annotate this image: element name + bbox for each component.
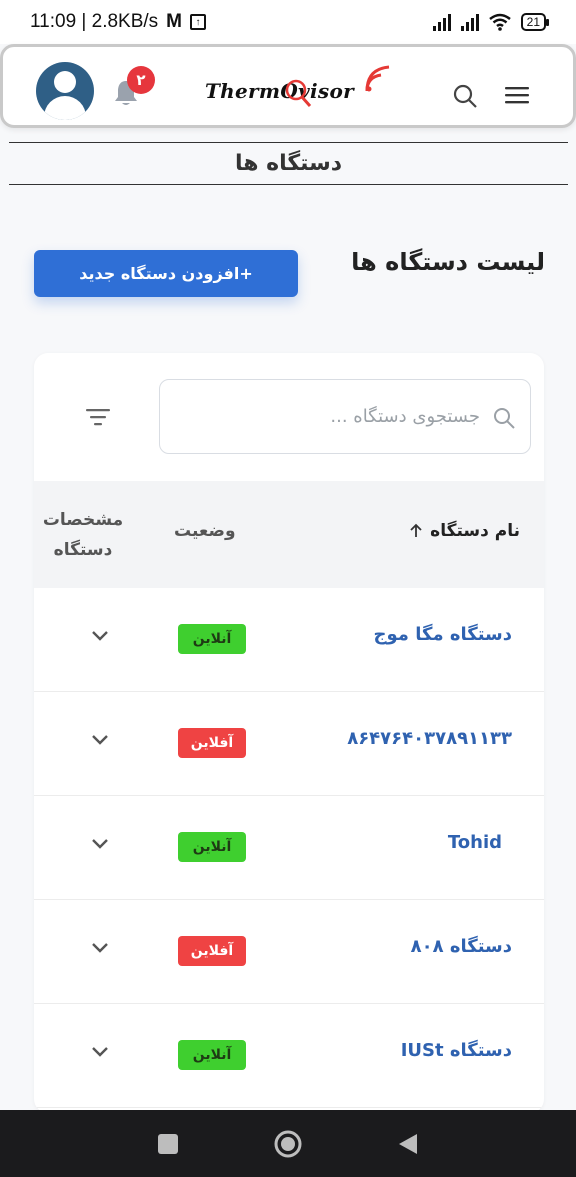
app-header: ۲ ThermOvisor (0, 44, 576, 128)
device-search-box (159, 379, 531, 454)
wifi-icon (488, 13, 511, 31)
column-header-name-label: نام دستگاه (430, 521, 520, 541)
search-field-icon (494, 408, 515, 429)
recent-apps-icon[interactable] (157, 1133, 179, 1155)
table-header: نام دستگاه وضعیت مشخصات دستگاه (34, 481, 544, 588)
wifi-signal-logo-icon (365, 65, 390, 92)
status-badge: آنلاین (178, 1040, 246, 1070)
sort-arrow-up-icon (410, 523, 422, 537)
logo-text: ThermOvisor (205, 79, 354, 103)
column-header-status: وضعیت (174, 521, 236, 541)
column-header-specs: مشخصات دستگاه (42, 510, 124, 560)
status-badge: آفلاین (178, 936, 246, 966)
chevron-down-icon[interactable] (90, 732, 110, 746)
mail-icon: M (166, 11, 182, 32)
chevron-down-icon[interactable] (90, 836, 110, 850)
device-search-input[interactable] (170, 380, 480, 452)
signal-icon-2 (460, 13, 479, 31)
device-name-link[interactable]: دستگاه مگا موج (374, 624, 512, 645)
device-name-link[interactable]: ۸۶۴۷۶۴۰۳۷۸۹۱۱۳۳ (347, 728, 512, 749)
section-title: لیست دستگاه ها (351, 248, 545, 276)
status-badge: آنلاین (178, 832, 246, 862)
chevron-down-icon[interactable] (90, 628, 110, 642)
status-badge: آفلاین (178, 728, 246, 758)
filter-icon[interactable] (86, 408, 110, 426)
avatar[interactable] (36, 62, 94, 120)
column-header-name[interactable]: نام دستگاه (408, 521, 520, 541)
status-badge: آنلاین (178, 624, 246, 654)
magnifier-logo-icon (285, 79, 312, 107)
status-time-speed: 11:09 | 2.8KB/s (30, 11, 159, 32)
page-title-bar: دستگاه ها (9, 142, 568, 185)
hamburger-menu-icon[interactable] (504, 85, 530, 105)
upload-icon: ↑ (190, 14, 206, 30)
table-row[interactable]: دستگاه IUSt آنلاین (34, 1004, 544, 1108)
chevron-down-icon[interactable] (90, 1044, 110, 1058)
notification-badge: ۲ (127, 66, 155, 94)
home-icon[interactable] (273, 1129, 303, 1159)
table-row[interactable]: Tohid آنلاین (34, 796, 544, 900)
status-bar: 11:09 | 2.8KB/s M ↑ 21 (0, 0, 576, 44)
table-row[interactable]: ۸۶۴۷۶۴۰۳۷۸۹۱۱۳۳ آفلاین (34, 692, 544, 796)
device-name-link[interactable]: دستگاه IUSt (401, 1040, 512, 1061)
table-row[interactable]: دستگاه ۸۰۸ آفلاین (34, 900, 544, 1004)
system-nav-bar (0, 1110, 576, 1177)
page-title: دستگاه ها (234, 151, 343, 176)
table-row[interactable]: دستگاه مگا موج آنلاین (34, 588, 544, 692)
device-name-link[interactable]: Tohid (448, 832, 502, 853)
battery-icon: 21 (520, 13, 550, 31)
logo: ThermOvisor (203, 65, 403, 111)
signal-icon (432, 13, 451, 31)
device-list-card: نام دستگاه وضعیت مشخصات دستگاه دستگاه مگ… (34, 353, 544, 1113)
device-name-link[interactable]: دستگاه ۸۰۸ (411, 936, 512, 957)
chevron-down-icon[interactable] (90, 940, 110, 954)
add-device-button[interactable]: +افزودن دستگاه جدید (34, 250, 298, 297)
back-icon[interactable] (397, 1132, 419, 1156)
search-icon[interactable] (452, 83, 478, 109)
